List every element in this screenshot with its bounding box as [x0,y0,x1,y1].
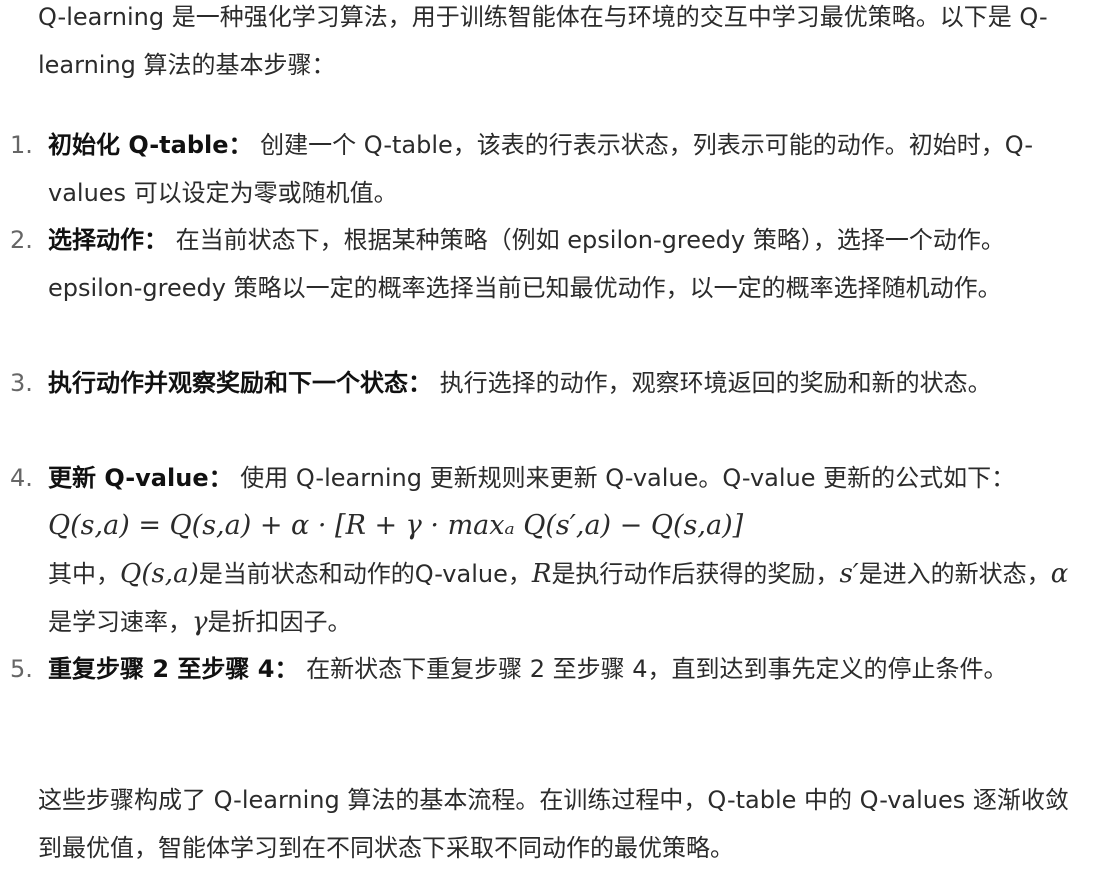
step-title: 初始化 Q-table： [48,131,253,159]
step-number: 4. [10,464,33,492]
step-title: 选择动作： [48,226,168,254]
list-item-step-4: 4. 更新 Q-value： 使用 Q-learning 更新规则来更新 Q-v… [10,454,1090,646]
step-text: 在新状态下重复步骤 2 至步骤 4，直到达到事先定义的停止条件。 [306,655,1008,683]
explain-text-4: 是学习速率， [48,608,192,636]
intro-paragraph: Q-learning 是一种强化学习算法，用于训练智能体在与环境的交互中学习最优… [38,3,1048,79]
math-gamma: γ [192,607,208,637]
step-text: 使用 Q-learning 更新规则来更新 Q-value。Q-value 更新… [240,464,1016,492]
step-title: 重复步骤 2 至步骤 4： [48,655,299,683]
step-text: 执行选择的动作，观察环境返回的奖励和新的状态。 [439,369,992,397]
step-body: 执行动作并观察奖励和下一个状态： 执行选择的动作，观察环境返回的奖励和新的状态。 [48,359,1090,407]
explain-text-3: 是进入的新状态， [858,560,1051,588]
step-text: 在当前状态下，根据某种策略（例如 epsilon-greedy 策略），选择一个… [48,226,1005,302]
explain-text-5: 是折扣因子。 [207,608,352,636]
list-item-step-2: 2. 选择动作： 在当前状态下，根据某种策略（例如 epsilon-greedy… [10,216,1090,312]
explain-text-1: 是当前状态和动作的Q-value， [198,560,532,588]
explain-prefix: 其中， [48,560,120,588]
math-s-prime: s′ [839,559,859,589]
step-body: 更新 Q-value： 使用 Q-learning 更新规则来更新 Q-valu… [48,454,1090,646]
step-title: 更新 Q-value： [48,464,233,492]
step-number: 1. [10,131,33,159]
list-item-step-5: 5. 重复步骤 2 至步骤 4： 在新状态下重复步骤 2 至步骤 4，直到达到事… [10,645,1090,693]
step-body: 重复步骤 2 至步骤 4： 在新状态下重复步骤 2 至步骤 4，直到达到事先定义… [48,645,1090,693]
step-number: 2. [10,226,33,254]
step-number: 5. [10,655,33,683]
math-q-sa: Q(s,a) [120,559,199,589]
math-r: R [531,559,552,589]
step-title: 执行动作并观察奖励和下一个状态： [48,369,432,397]
step-body: 初始化 Q-table： 创建一个 Q-table，该表的行表示状态，列表示可能… [48,121,1090,217]
formula-explanation: 其中，Q(s,a)是当前状态和动作的Q-value，R是执行动作后获得的奖励，s… [48,550,1090,646]
q-update-formula: Q(s,a) = Q(s,a) + α · [R + γ · maxₐ Q(s′… [48,510,744,541]
explain-text-2: 是执行动作后获得的奖励， [551,560,840,588]
step-body: 选择动作： 在当前状态下，根据某种策略（例如 epsilon-greedy 策略… [48,216,1090,312]
math-alpha: α [1050,559,1069,589]
list-item-step-1: 1. 初始化 Q-table： 创建一个 Q-table，该表的行表示状态，列表… [10,121,1090,217]
document: Q-learning 是一种强化学习算法，用于训练智能体在与环境的交互中学习最优… [0,0,1097,876]
list-item-step-3: 3. 执行动作并观察奖励和下一个状态： 执行选择的动作，观察环境返回的奖励和新的… [10,359,1090,407]
outro-paragraph: 这些步骤构成了 Q-learning 算法的基本流程。在训练过程中，Q-tabl… [38,786,1069,862]
step-number: 3. [10,369,33,397]
